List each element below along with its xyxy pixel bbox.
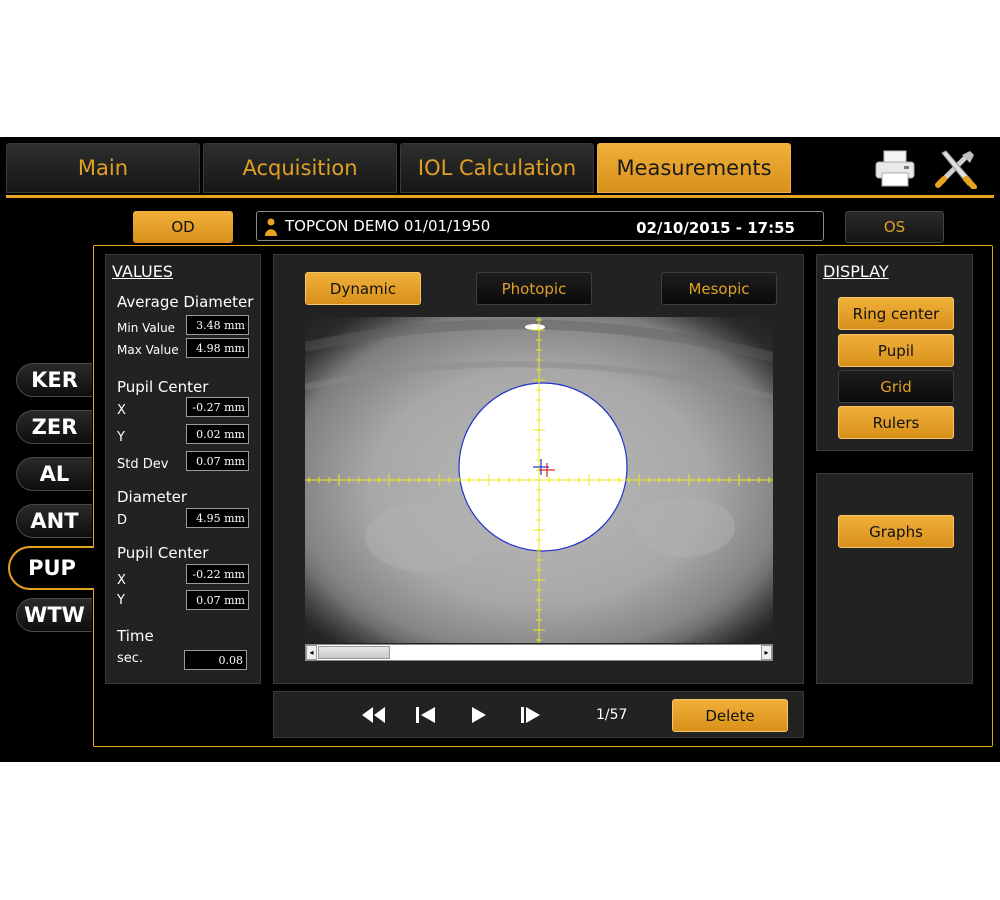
- app-window: Main Acquisition IOL Calculation Measure…: [0, 137, 1000, 762]
- pupil-button[interactable]: Pupil: [838, 334, 954, 367]
- rulers-button[interactable]: Rulers: [838, 406, 954, 439]
- grid-button[interactable]: Grid: [838, 370, 954, 403]
- rewind-icon[interactable]: [360, 704, 386, 726]
- pupil-center2-title: Pupil Center: [117, 544, 209, 562]
- values-heading: VALUES: [112, 262, 173, 281]
- tab-main[interactable]: Main: [6, 143, 200, 193]
- pupil-center-y-label: Y: [117, 430, 125, 445]
- tab-iol-calculation[interactable]: IOL Calculation: [400, 143, 594, 193]
- max-value-label: Max Value: [117, 343, 179, 357]
- pupil-center-x-label: X: [117, 403, 126, 418]
- od-button[interactable]: OD: [133, 211, 233, 243]
- person-icon: [265, 218, 277, 236]
- pupil-center2-x-field: -0.22 mm: [186, 564, 249, 584]
- pupil-center-y-field: 0.02 mm: [186, 424, 249, 444]
- scroll-thumb[interactable]: [318, 646, 390, 659]
- mesopic-button[interactable]: Mesopic: [661, 272, 777, 305]
- playback-bar: 1/57 Delete: [273, 691, 804, 738]
- values-panel: VALUES Average Diameter Min Value 3.48 m…: [105, 254, 261, 684]
- time-sec-label: sec.: [117, 651, 144, 666]
- time-title: Time: [117, 627, 154, 645]
- graphs-button[interactable]: Graphs: [838, 515, 954, 548]
- frame-counter: 1/57: [596, 707, 628, 723]
- side-tab-zer[interactable]: ZER: [16, 410, 92, 444]
- diameter-title: Diameter: [117, 488, 188, 506]
- side-tab-al[interactable]: AL: [16, 457, 92, 491]
- tab-measurements[interactable]: Measurements: [597, 143, 791, 193]
- os-button[interactable]: OS: [845, 211, 944, 243]
- display-heading: DISPLAY: [823, 262, 889, 281]
- min-value-label: Min Value: [117, 321, 176, 335]
- play-icon[interactable]: [466, 704, 492, 726]
- scroll-right-icon[interactable]: ▸: [761, 645, 772, 660]
- diameter-d-field: 4.95 mm: [186, 508, 249, 528]
- min-value-field: 3.48 mm: [186, 315, 249, 335]
- side-tab-pup[interactable]: PUP: [8, 546, 94, 590]
- std-dev-field: 0.07 mm: [186, 451, 249, 471]
- pupil-center-x-field: -0.27 mm: [186, 397, 249, 417]
- diameter-d-label: D: [117, 513, 128, 528]
- patient-info-bar: TOPCON DEMO 01/01/1950 02/10/2015 - 17:5…: [256, 211, 824, 241]
- pupil-center2-y-field: 0.07 mm: [186, 590, 249, 610]
- side-tab-ant[interactable]: ANT: [16, 504, 92, 538]
- tab-underline: [6, 195, 994, 198]
- ring-center-button[interactable]: Ring center: [838, 297, 954, 330]
- time-sec-field: 0.08: [184, 650, 247, 670]
- average-diameter-title: Average Diameter: [117, 293, 254, 311]
- pupil-image[interactable]: [305, 317, 773, 643]
- printer-icon[interactable]: [873, 147, 917, 189]
- std-dev-label: Std Dev: [117, 457, 169, 472]
- step-forward-icon[interactable]: [518, 704, 544, 726]
- patient-name: TOPCON DEMO 01/01/1950: [285, 217, 491, 235]
- pupil-center2-x-label: X: [117, 573, 126, 588]
- frame-scrollbar[interactable]: ◂ ▸: [305, 644, 773, 661]
- side-tab-wtw[interactable]: WTW: [16, 598, 92, 632]
- graphs-panel: Graphs: [816, 473, 973, 684]
- step-back-icon[interactable]: [413, 704, 439, 726]
- tools-icon[interactable]: [934, 147, 978, 190]
- scroll-left-icon[interactable]: ◂: [306, 645, 317, 660]
- pupil-center2-y-label: Y: [117, 593, 125, 608]
- pupil-center-title: Pupil Center: [117, 378, 209, 396]
- dynamic-button[interactable]: Dynamic: [305, 272, 421, 305]
- max-value-field: 4.98 mm: [186, 338, 249, 358]
- delete-button[interactable]: Delete: [672, 699, 788, 732]
- tab-acquisition[interactable]: Acquisition: [203, 143, 397, 193]
- exam-date: 02/10/2015 - 17:55: [636, 219, 795, 237]
- display-panel: DISPLAY Ring center Pupil Grid Rulers: [816, 254, 973, 451]
- image-panel: Dynamic Photopic Mesopic ◂ ▸: [273, 254, 804, 684]
- photopic-button[interactable]: Photopic: [476, 272, 592, 305]
- side-tab-ker[interactable]: KER: [16, 363, 92, 397]
